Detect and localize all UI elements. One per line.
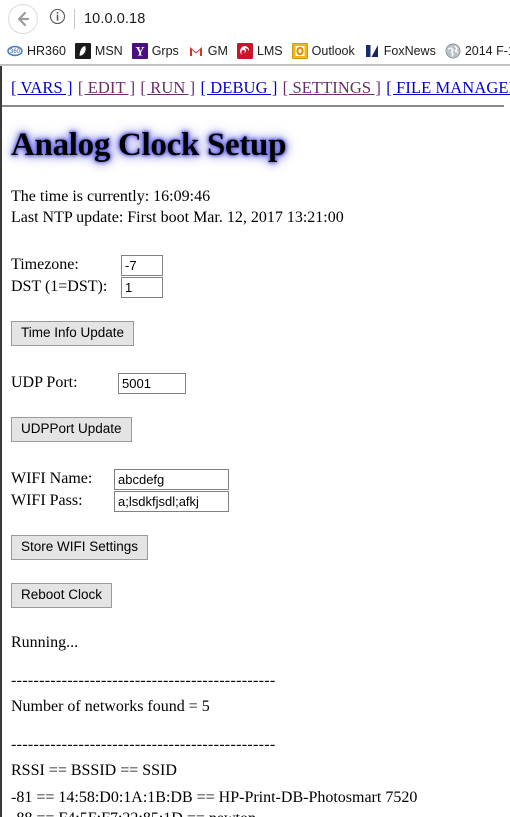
gmail-favicon: [188, 43, 204, 59]
udp-port-input[interactable]: [118, 373, 186, 394]
yahoo-groups-favicon: Y: [132, 43, 148, 59]
timezone-row: Timezone:: [11, 254, 510, 276]
dst-input[interactable]: [121, 277, 163, 298]
site-info-button[interactable]: [44, 6, 70, 32]
bookmark-grps[interactable]: Y Grps: [132, 43, 179, 59]
bookmark-2014-f-150[interactable]: 2014 F-150: [445, 43, 510, 59]
bookmarks-bar: 360 HR360 MSN Y Grps: [0, 38, 510, 65]
wifi-submit-wrap: Store WIFI Settings: [11, 535, 510, 560]
back-button[interactable]: [8, 4, 38, 34]
time-info-update-button[interactable]: Time Info Update: [11, 321, 134, 346]
wifi-pass-row: WIFI Pass:: [11, 490, 510, 512]
outlook-favicon: [292, 43, 308, 59]
nav-link-run[interactable]: [ RUN ]: [140, 78, 195, 97]
browser-chrome: 10.0.0.18 360 HR360 MSN: [0, 0, 510, 66]
reboot-clock-button[interactable]: Reboot Clock: [11, 583, 112, 608]
networks-list: -81 == 14:58:D0:1A:1B:DB == HP-Print-DB-…: [11, 788, 510, 817]
nav-link-edit[interactable]: [ EDIT ]: [78, 78, 135, 97]
svg-text:Y: Y: [135, 45, 144, 59]
bookmark-label: 2014 F-150: [465, 44, 510, 58]
reboot-wrap: Reboot Clock: [11, 583, 510, 608]
udp-port-row: UDP Port:: [11, 372, 510, 394]
globe-favicon: [445, 43, 461, 59]
time-info: The time is currently: 16:09:46 Last NTP…: [11, 186, 510, 228]
hr360-favicon: 360: [7, 43, 23, 59]
udp-port-label: UDP Port:: [11, 374, 118, 392]
site-nav: [ VARS ] [ EDIT ] [ RUN ] [ DEBUG ] [ SE…: [11, 66, 510, 98]
nav-link-file-manager[interactable]: [ FILE MANAGER ]: [386, 78, 510, 97]
time-settings-form: Timezone: DST (1=DST): Time Info Update: [11, 254, 510, 346]
page-content: [ VARS ] [ EDIT ] [ RUN ] [ DEBUG ] [ SE…: [0, 66, 510, 817]
bookmark-label: FoxNews: [384, 44, 436, 58]
network-row: -81 == 14:58:D0:1A:1B:DB == HP-Print-DB-…: [11, 788, 510, 809]
bookmark-label: MSN: [95, 44, 123, 58]
nav-link-settings[interactable]: [ SETTINGS ]: [283, 78, 381, 97]
foxnews-favicon: [364, 43, 380, 59]
url-divider: [74, 9, 75, 29]
status-text: Running...: [11, 634, 510, 652]
dst-row: DST (1=DST):: [11, 276, 510, 298]
lms-favicon: [237, 43, 253, 59]
udp-settings-form: UDP Port: UDPPort Update: [11, 372, 510, 442]
wifi-pass-input[interactable]: [114, 491, 229, 512]
timezone-label: Timezone:: [11, 256, 121, 274]
networks-found-text: Number of networks found = 5: [11, 698, 510, 716]
networks-table-header: RSSI == BSSID == SSID: [11, 762, 510, 780]
timezone-input[interactable]: [121, 255, 163, 276]
browser-toolbar: 10.0.0.18: [0, 0, 510, 38]
current-time-text: The time is currently: 16:09:46: [11, 186, 510, 207]
nav-link-debug[interactable]: [ DEBUG ]: [200, 78, 277, 97]
bookmark-label: Outlook: [312, 44, 355, 58]
bookmark-label: LMS: [257, 44, 283, 58]
last-ntp-text: Last NTP update: First boot Mar. 12, 201…: [11, 207, 510, 228]
bookmark-label: HR360: [27, 44, 66, 58]
wifi-settings-form: WIFI Name: WIFI Pass: Store WIFI Setting…: [11, 468, 510, 560]
msn-favicon: [75, 43, 91, 59]
url-input[interactable]: 10.0.0.18: [84, 11, 145, 27]
nav-divider: [2, 105, 504, 107]
separator-bottom: ----------------------------------------…: [11, 736, 510, 754]
dst-label: DST (1=DST):: [11, 278, 121, 296]
bookmark-label: Grps: [152, 44, 179, 58]
bookmark-foxnews[interactable]: FoxNews: [364, 43, 436, 59]
bookmark-gm[interactable]: GM: [188, 43, 228, 59]
bookmark-msn[interactable]: MSN: [75, 43, 123, 59]
separator-top: ----------------------------------------…: [11, 672, 510, 690]
udp-port-update-button[interactable]: UDPPort Update: [11, 417, 132, 442]
back-arrow-icon: [14, 10, 32, 28]
udp-submit-wrap: UDPPort Update: [11, 417, 510, 442]
nav-link-vars[interactable]: [ VARS ]: [11, 78, 73, 97]
bookmark-label: GM: [208, 44, 228, 58]
wifi-name-label: WIFI Name:: [11, 470, 114, 488]
svg-text:360: 360: [10, 49, 21, 55]
wifi-pass-label: WIFI Pass:: [11, 492, 114, 510]
bookmark-outlook[interactable]: Outlook: [292, 43, 355, 59]
info-circle-icon: [49, 8, 66, 30]
page-title: Analog Clock Setup: [11, 127, 510, 164]
wifi-name-row: WIFI Name:: [11, 468, 510, 490]
store-wifi-settings-button[interactable]: Store WIFI Settings: [11, 535, 148, 560]
time-submit-wrap: Time Info Update: [11, 321, 510, 346]
bookmark-lms[interactable]: LMS: [237, 43, 283, 59]
wifi-name-input[interactable]: [114, 469, 229, 490]
bookmark-hr360[interactable]: 360 HR360: [7, 43, 66, 59]
